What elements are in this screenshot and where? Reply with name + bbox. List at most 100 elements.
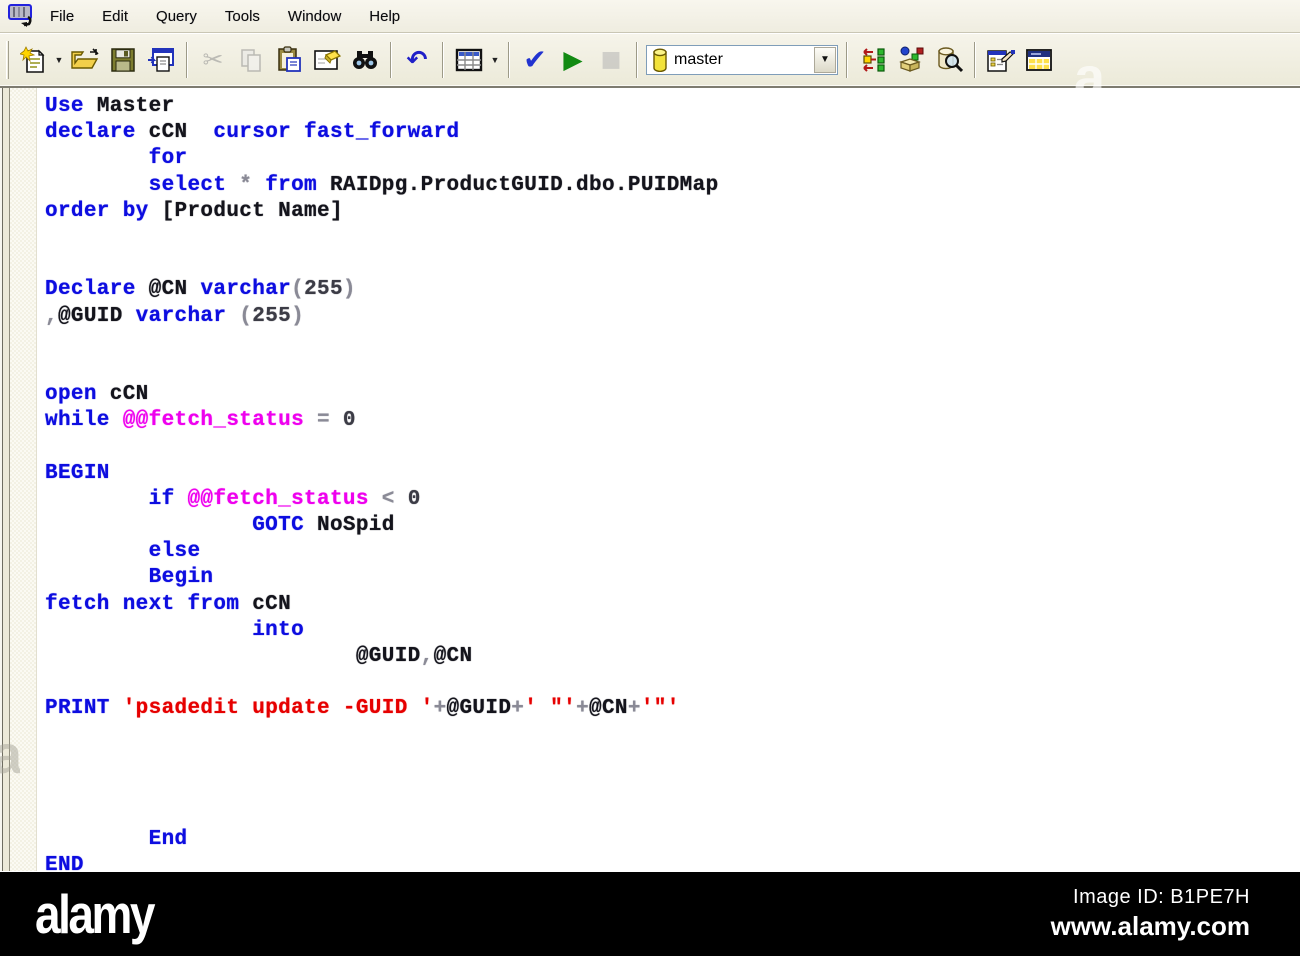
toolbar-separator: [442, 41, 444, 78]
object-search-button[interactable]: [930, 41, 968, 79]
toolbar-grip[interactable]: [6, 40, 9, 79]
code-line: if @@fetch_status < 0: [148, 487, 421, 511]
database-combo-dropdown[interactable]: ▼: [814, 46, 836, 73]
code-line: else: [148, 540, 201, 564]
object-browser-button[interactable]: [892, 41, 930, 79]
cancel-query-button[interactable]: ■: [592, 41, 630, 79]
execute-query-button[interactable]: ▶: [554, 41, 592, 79]
code-line: @GUID,@CN: [355, 644, 473, 668]
code-line: Use Master: [45, 95, 175, 118]
toolbar-separator: [390, 41, 392, 78]
open-button[interactable]: [66, 41, 104, 79]
window-left-border: [0, 88, 10, 871]
cut-button[interactable]: ✂: [194, 41, 232, 79]
query-analyzer-window: File Edit Query Tools Window Help ▼ ✂ ↶ …: [0, 0, 1300, 956]
code-line: END: [45, 854, 84, 871]
database-combo[interactable]: master ▼: [646, 44, 838, 75]
menu-edit[interactable]: Edit: [88, 6, 142, 27]
paste-button[interactable]: [270, 41, 308, 79]
save-icon: [111, 47, 135, 72]
toolbar: ▼ ✂ ↶ ▼ ✔ ▶ ■ master ▼ a: [0, 33, 1300, 108]
app-icon: [8, 3, 32, 27]
save-button[interactable]: [104, 41, 142, 79]
new-query-dropdown[interactable]: ▼: [52, 41, 66, 79]
undo-icon: ↶: [406, 45, 428, 74]
toolbar-separator: [636, 41, 638, 78]
code-line: while @@fetch_status = 0: [45, 409, 356, 433]
results-pane-icon: [1026, 48, 1052, 71]
watermark-bar: alamy Image ID: B1PE7H www.alamy.com: [0, 872, 1300, 956]
database-cylinder-icon: [653, 48, 667, 72]
object-browser-icon: [899, 46, 924, 72]
menu-bar: File Edit Query Tools Window Help: [0, 0, 1300, 33]
menu-tools[interactable]: Tools: [211, 6, 274, 27]
toolbar-separator: [508, 41, 510, 78]
find-button[interactable]: [346, 41, 384, 79]
undo-button[interactable]: ↶: [398, 41, 436, 79]
menu-window[interactable]: Window: [274, 6, 355, 27]
toolbar-separator: [186, 41, 188, 78]
code-line: for: [148, 147, 188, 171]
code-line: fetch next from cCN: [45, 592, 292, 616]
insert-template-button[interactable]: [142, 41, 180, 79]
alamy-url: www.alamy.com: [1050, 911, 1250, 941]
menu-file[interactable]: File: [36, 6, 88, 27]
new-query-button[interactable]: [14, 41, 52, 79]
clear-window-icon: [314, 49, 341, 70]
copy-button[interactable]: [232, 41, 270, 79]
menu-query[interactable]: Query: [142, 6, 211, 27]
toolbar-separator: [846, 41, 848, 78]
code-line: Declare @CN varchar(255): [45, 278, 356, 302]
code-line: open cCN: [45, 383, 149, 407]
code-line: into: [252, 618, 305, 642]
connection-properties-icon: [987, 49, 1016, 72]
insert-template-icon: [148, 47, 174, 72]
code-line: select * from RAIDpg.ProductGUID.dbo.PUI…: [148, 173, 719, 197]
code-line: ,@GUID varchar (255): [45, 304, 305, 328]
results-pane-button[interactable]: [1020, 41, 1058, 79]
connection-properties-button[interactable]: [982, 41, 1020, 79]
find-icon: [353, 50, 377, 69]
sql-code[interactable]: Use Master declare cCN cursor fast_forwar…: [0, 88, 1300, 871]
execute-mode-button[interactable]: [450, 41, 488, 79]
toolbar-separator: [974, 41, 976, 78]
menu-help[interactable]: Help: [355, 6, 414, 27]
execute-query-icon: ▶: [563, 45, 583, 74]
parse-query-icon: ✔: [523, 42, 547, 76]
database-combo-value: master: [674, 50, 723, 68]
execution-plan-icon: [863, 47, 885, 72]
cut-icon: ✂: [202, 45, 224, 74]
execution-plan-button[interactable]: [854, 41, 892, 79]
parse-query-button[interactable]: ✔: [516, 41, 554, 79]
paste-icon: [278, 46, 301, 72]
code-line: Begin: [148, 566, 214, 590]
code-line: GOTC NoSpid: [252, 514, 395, 537]
alamy-logo: alamy: [35, 883, 155, 945]
new-query-icon: [20, 45, 45, 73]
execute-mode-grid-icon: [455, 48, 483, 71]
copy-icon: [241, 48, 261, 72]
image-id-label: Image ID: B1PE7H: [1073, 886, 1250, 908]
clear-window-button[interactable]: [308, 41, 346, 79]
code-line: BEGIN: [45, 461, 110, 485]
selection-margin[interactable]: [10, 88, 37, 871]
cancel-query-icon: ■: [600, 46, 622, 72]
open-icon: [71, 47, 99, 69]
code-line: End: [148, 828, 188, 852]
code-line: PRINT 'psadedit update -GUID '+@GUID+' "…: [45, 697, 680, 721]
code-line: declare cCN cursor fast_forward: [45, 121, 460, 145]
object-search-icon: [938, 46, 963, 72]
execute-mode-dropdown[interactable]: ▼: [488, 41, 502, 79]
sql-editor-pane[interactable]: Use Master declare cCN cursor fast_forwar…: [0, 86, 1300, 871]
code-line: order by [Product Name]: [45, 199, 343, 223]
